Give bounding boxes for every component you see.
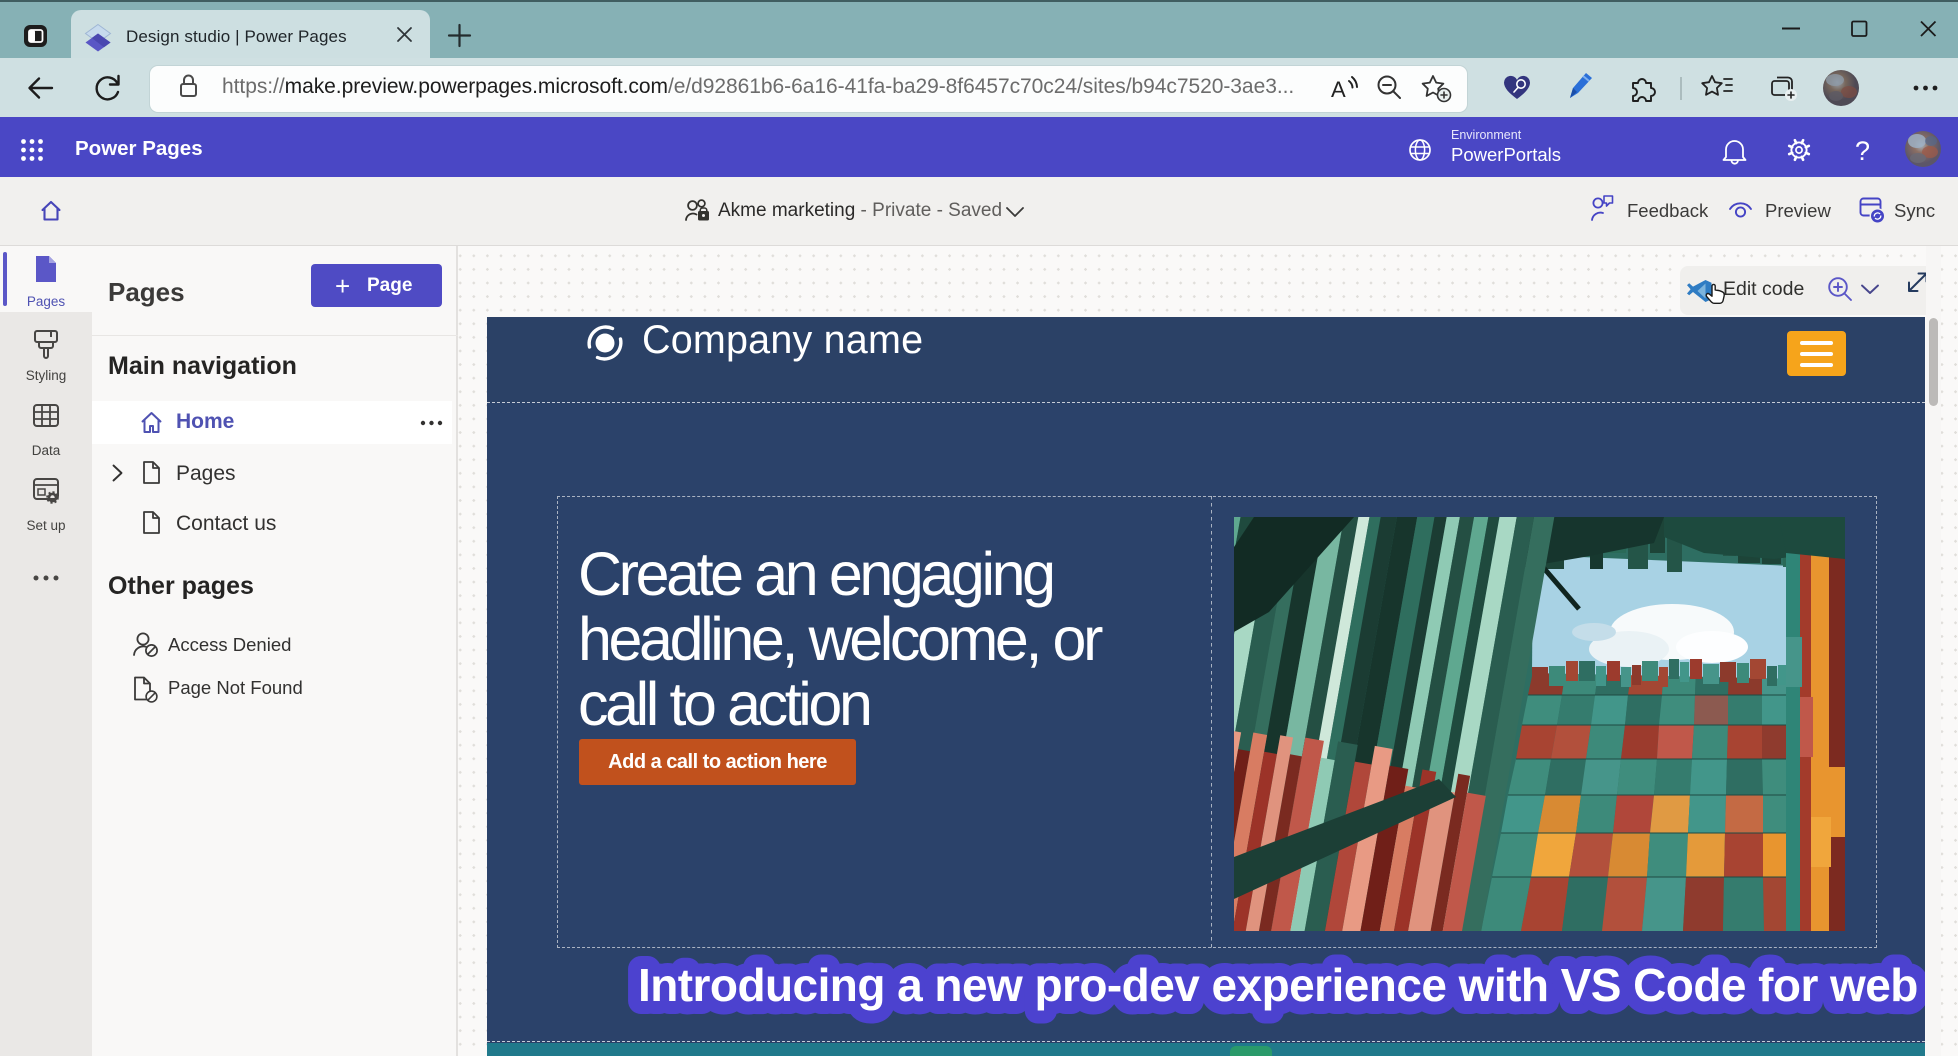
svg-text:A: A bbox=[1331, 77, 1346, 102]
svg-text:?: ? bbox=[1855, 136, 1870, 166]
